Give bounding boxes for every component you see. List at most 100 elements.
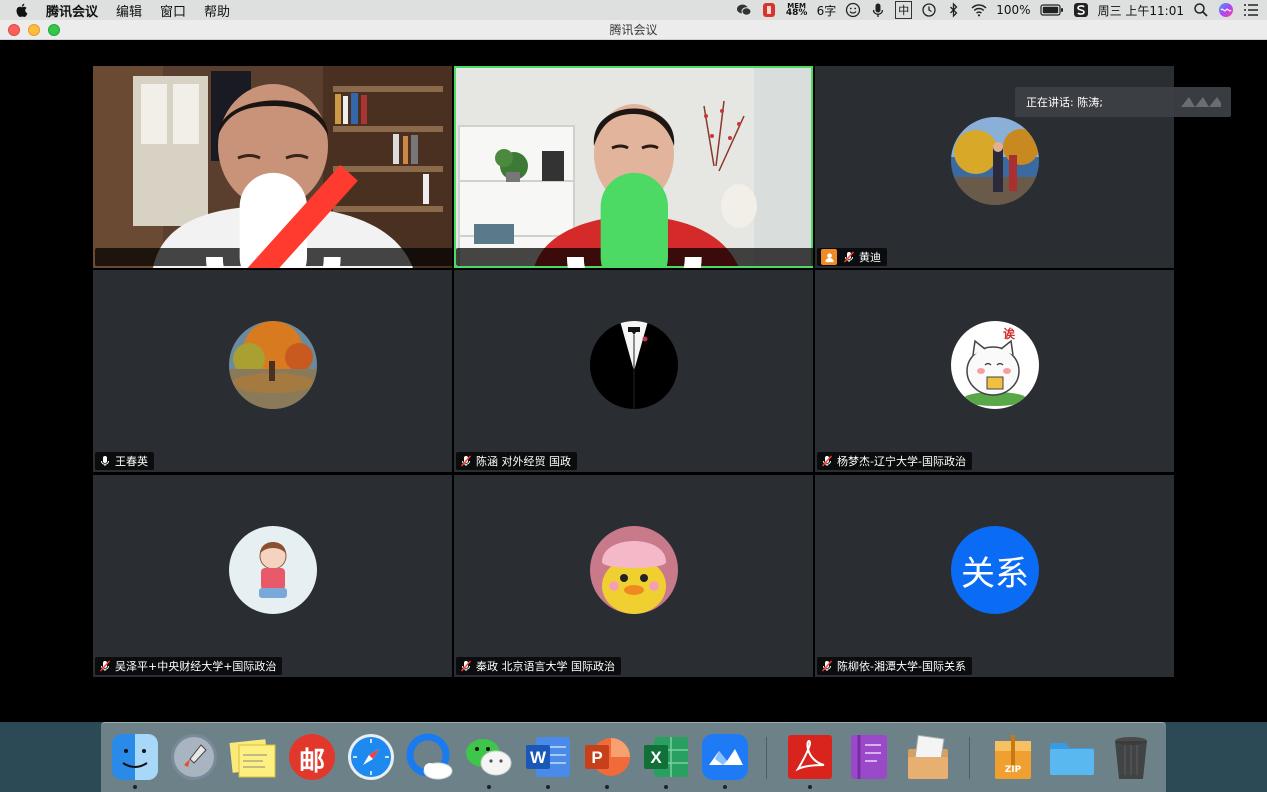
- menu-help[interactable]: 帮助: [204, 1, 230, 20]
- acrobat-dock-icon[interactable]: [784, 731, 836, 789]
- participant-avatar: 诶: [951, 321, 1039, 409]
- minimize-window-button[interactable]: [28, 24, 40, 36]
- menu-app-name[interactable]: 腾讯会议: [46, 1, 98, 20]
- running-indicator: [546, 785, 550, 789]
- participant-nametag: 王春英: [95, 452, 154, 470]
- audio-wave-icon: [1181, 97, 1221, 107]
- finder-dock-icon[interactable]: [109, 731, 161, 789]
- participant-nametag: 秦政 北京语言大学 国际政治: [456, 657, 621, 675]
- participant-tile[interactable]: 关系 陈柳依-湘潭大学-国际关系: [815, 475, 1174, 677]
- zip-archive-dock-icon[interactable]: ZIP: [987, 731, 1039, 783]
- participant-nametag: 黄迪: [817, 248, 887, 266]
- window-titlebar: 腾讯会议: [0, 20, 1267, 40]
- sogou-icon[interactable]: [1073, 2, 1089, 18]
- menu-edit[interactable]: 编辑: [116, 1, 142, 20]
- participant-nametag: 陈涵 对外经贸 国政: [456, 452, 577, 470]
- tencent-qq-browser-dock-icon[interactable]: [404, 731, 456, 783]
- running-indicator: [605, 785, 609, 789]
- trash-dock-icon[interactable]: [1105, 731, 1157, 783]
- sticker-text: 诶: [1003, 327, 1016, 341]
- apple-icon[interactable]: [14, 2, 30, 18]
- participant-name: 杨梦杰-辽宁大学-国际政治: [837, 455, 966, 468]
- safari-dock-icon[interactable]: [345, 731, 397, 783]
- time-machine-icon[interactable]: [921, 2, 937, 18]
- mic-muted-icon: [99, 660, 111, 672]
- mic-icon: [101, 456, 109, 466]
- participant-tile-active-speaker[interactable]: 陈涛: [454, 66, 813, 268]
- speaking-indicator: 正在讲话: 陈涛;: [1015, 87, 1231, 117]
- stickies-dock-icon[interactable]: [227, 731, 279, 783]
- participant-tile[interactable]: 诶 杨梦杰-辽宁大学-国际政治: [815, 270, 1174, 472]
- mic-muted-icon: [843, 251, 855, 263]
- menubar: 腾讯会议 编辑 窗口 帮助 MEM 48% 6字 中 100% 周三 上午11:0…: [0, 0, 1267, 20]
- memory-value: 48%: [785, 8, 808, 18]
- participant-nametag: 陈柳依-湘潭大学-国际关系: [817, 657, 972, 675]
- status-area: MEM 48% 6字 中 100% 周三 上午11:01: [736, 0, 1259, 20]
- participant-tile[interactable]: 杨晖: [93, 66, 452, 268]
- close-window-button[interactable]: [8, 24, 20, 36]
- mic-muted-icon: [460, 455, 472, 467]
- folder-dock-icon[interactable]: [1046, 731, 1098, 783]
- participant-name: 陈涵 对外经贸 国政: [476, 455, 571, 468]
- onenote-dock-icon[interactable]: [843, 731, 895, 783]
- dock-separator: [969, 737, 970, 779]
- dock: 邮 W P X ZIP: [101, 722, 1166, 792]
- participant-name: 吴泽平+中央财经大学+国际政治: [115, 660, 277, 673]
- clock[interactable]: 周三 上午11:01: [1098, 2, 1184, 19]
- wechat-dock-icon[interactable]: [463, 731, 515, 789]
- battery-percent: 100%: [996, 3, 1031, 17]
- participant-nametag: 陈涛: [456, 172, 813, 268]
- participant-name: 陈柳依-湘潭大学-国际关系: [837, 660, 966, 673]
- word-dock-icon[interactable]: W: [522, 731, 574, 789]
- running-indicator: [664, 785, 668, 789]
- participant-nametag: 杨梦杰-辽宁大学-国际政治: [817, 452, 972, 470]
- red-app-icon[interactable]: [761, 2, 777, 18]
- participant-tile[interactable]: 王春英: [93, 270, 452, 472]
- dock-separator: [766, 737, 767, 779]
- excel-dock-icon[interactable]: X: [640, 731, 692, 789]
- menu-window[interactable]: 窗口: [160, 1, 186, 20]
- microphone-icon[interactable]: [870, 2, 886, 18]
- mic-active-icon: [566, 172, 702, 268]
- excel-letter: X: [650, 748, 662, 767]
- maximize-window-button[interactable]: [48, 24, 60, 36]
- spotlight-search-icon[interactable]: [1193, 2, 1209, 18]
- participant-nametag: 杨晖: [95, 164, 452, 268]
- preview-dock-icon[interactable]: [902, 731, 954, 783]
- participant-tile[interactable]: 秦政 北京语言大学 国际政治: [454, 475, 813, 677]
- participant-name: 王春英: [115, 455, 148, 468]
- participant-name: 黄迪: [859, 251, 881, 264]
- launchpad-dock-icon[interactable]: [168, 731, 220, 783]
- emoji-icon[interactable]: [845, 2, 861, 18]
- input-method[interactable]: 中: [895, 1, 913, 19]
- running-indicator: [133, 785, 137, 789]
- mic-muted-icon: [460, 660, 472, 672]
- video-grid: 杨晖: [93, 66, 1174, 677]
- mic-muted-icon: [821, 660, 833, 672]
- bluetooth-icon[interactable]: [946, 2, 962, 18]
- participant-name: 秦政 北京语言大学 国际政治: [476, 660, 615, 673]
- memory-indicator[interactable]: MEM 48%: [785, 3, 808, 18]
- notification-center-icon[interactable]: [1243, 2, 1259, 18]
- powerpoint-dock-icon[interactable]: P: [581, 731, 633, 789]
- host-icon: [821, 249, 837, 265]
- word-letter: W: [529, 748, 547, 767]
- wifi-icon[interactable]: [971, 2, 987, 18]
- tencent-meeting-dock-icon[interactable]: [699, 731, 751, 789]
- participant-tile[interactable]: 陈涵 对外经贸 国政: [454, 270, 813, 472]
- mic-muted-icon: [205, 164, 358, 268]
- speaking-label: 正在讲话: 陈涛;: [1026, 96, 1103, 109]
- zip-label: ZIP: [1004, 765, 1022, 775]
- running-indicator: [808, 785, 812, 789]
- participant-tile[interactable]: 吴泽平+中央财经大学+国际政治: [93, 475, 452, 677]
- window-controls: [8, 24, 60, 36]
- siri-icon[interactable]: [1218, 2, 1234, 18]
- running-indicator: [723, 785, 727, 789]
- participant-avatar: [951, 117, 1039, 205]
- participant-avatar: [590, 321, 678, 409]
- battery-icon[interactable]: [1039, 3, 1064, 17]
- input-count[interactable]: 6字: [817, 2, 837, 19]
- mic-muted-icon: [821, 455, 833, 467]
- wechat-status-icon[interactable]: [736, 2, 752, 18]
- mail-master-dock-icon[interactable]: 邮: [286, 731, 338, 783]
